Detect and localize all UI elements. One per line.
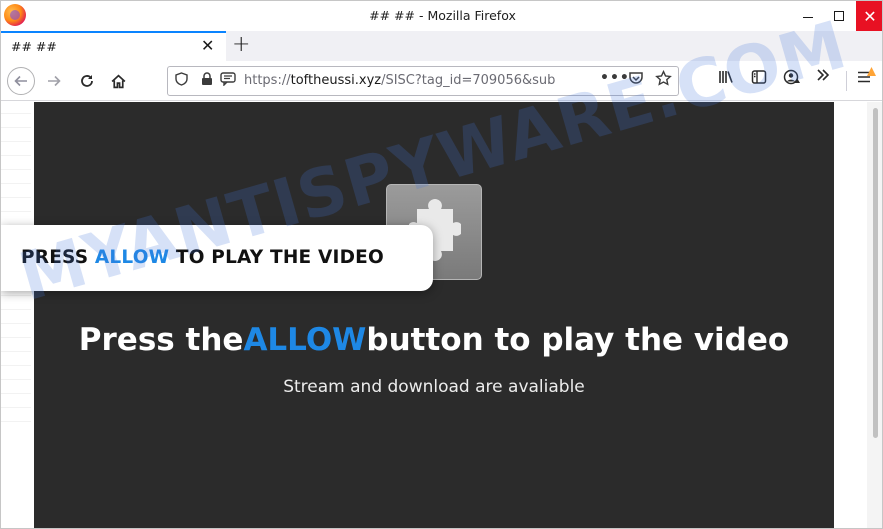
account-icon[interactable] bbox=[783, 69, 801, 89]
reload-button[interactable] bbox=[74, 68, 100, 94]
tab-bar: ## ## ✕ + bbox=[1, 31, 882, 61]
lock-icon[interactable] bbox=[201, 72, 213, 90]
maximize-icon bbox=[834, 11, 844, 21]
arrow-right-icon bbox=[48, 75, 61, 87]
close-icon: ✕ bbox=[863, 6, 877, 26]
pocket-icon[interactable] bbox=[628, 71, 644, 90]
notification-permission-icon[interactable] bbox=[220, 72, 236, 90]
home-button[interactable] bbox=[105, 68, 131, 94]
reload-icon bbox=[81, 75, 93, 87]
minimize-button[interactable] bbox=[794, 1, 822, 31]
address-bar[interactable]: https://toftheussi.xyz/SISC?tag_id=70905… bbox=[167, 66, 679, 96]
arrow-left-icon bbox=[14, 75, 27, 87]
callout-text-part1: PRESS bbox=[21, 247, 95, 268]
shield-icon[interactable] bbox=[175, 72, 188, 90]
callout-allow-highlight: ALLOW bbox=[94, 247, 170, 268]
headline-allow-highlight: ALLOW bbox=[243, 322, 367, 358]
maximize-button[interactable] bbox=[825, 1, 853, 31]
forward-button[interactable] bbox=[41, 68, 67, 94]
callout-text: PRESS ALLOW TO PLAY THE VIDEO bbox=[21, 247, 384, 268]
video-panel[interactable] bbox=[34, 102, 834, 528]
url-text[interactable]: https://toftheussi.xyz/SISC?tag_id=70905… bbox=[244, 73, 590, 88]
tab-close-icon[interactable]: ✕ bbox=[201, 36, 214, 55]
chevron-double-right-icon[interactable] bbox=[815, 67, 831, 88]
tab-title: ## ## bbox=[11, 39, 57, 54]
page-headline: Press theALLOWbutton to play the video bbox=[1, 322, 867, 358]
minimize-icon bbox=[803, 16, 813, 18]
firefox-window: ## ## - Mozilla Firefox ✕ ## ## ✕ + http… bbox=[0, 0, 883, 529]
url-path: /SISC?tag_id=709056&sub bbox=[381, 73, 556, 88]
library-icon[interactable] bbox=[718, 69, 734, 89]
toolbar-separator bbox=[846, 71, 847, 91]
tab-active[interactable]: ## ## ✕ bbox=[1, 31, 226, 61]
page-subline: Stream and download are avaliable bbox=[283, 377, 585, 397]
url-host: toftheussi.xyz bbox=[290, 73, 382, 88]
close-window-button[interactable]: ✕ bbox=[856, 1, 882, 31]
window-title: ## ## - Mozilla Firefox bbox=[369, 8, 516, 23]
page-actions-icon[interactable]: ••• bbox=[600, 70, 630, 86]
scrollbar-thumb[interactable] bbox=[873, 108, 878, 438]
press-allow-callout: PRESS ALLOW TO PLAY THE VIDEO bbox=[1, 225, 433, 291]
home-icon bbox=[111, 74, 125, 88]
navigation-toolbar: https://toftheussi.xyz/SISC?tag_id=70905… bbox=[1, 61, 882, 101]
new-tab-button[interactable]: + bbox=[232, 32, 250, 57]
sidebar-icon[interactable] bbox=[751, 69, 767, 89]
callout-text-part2: TO PLAY THE VIDEO bbox=[169, 247, 384, 268]
url-scheme: https:// bbox=[244, 73, 291, 88]
page-content: PRESS ALLOW TO PLAY THE VIDEO Press theA… bbox=[1, 6, 882, 528]
back-button[interactable] bbox=[7, 67, 35, 95]
headline-part2: button to play the video bbox=[366, 322, 790, 358]
star-icon[interactable] bbox=[655, 69, 672, 91]
title-bar: ## ## - Mozilla Firefox ✕ bbox=[1, 1, 882, 31]
headline-part1: Press the bbox=[78, 322, 244, 358]
